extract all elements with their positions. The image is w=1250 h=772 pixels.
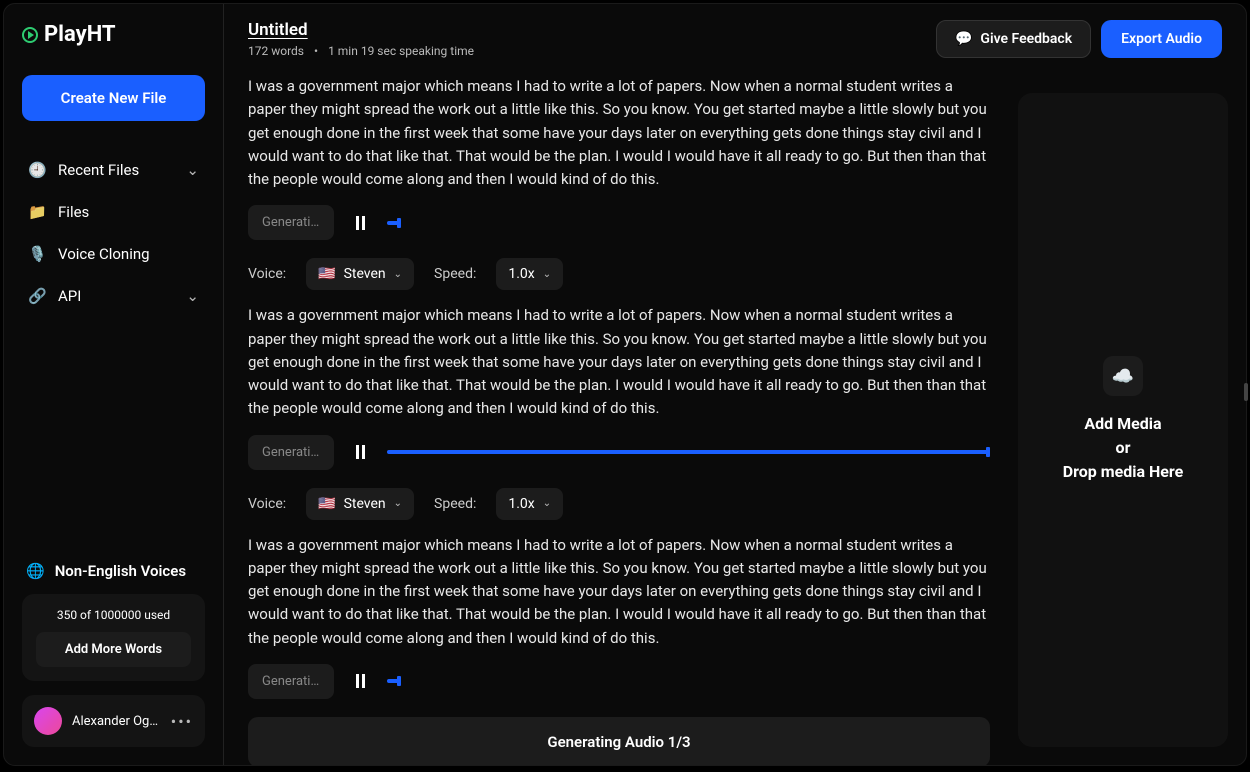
username: Alexander Ogu... <box>72 714 161 729</box>
document-title[interactable]: Untitled <box>248 20 474 40</box>
flag-icon: 🇺🇸 <box>318 496 335 512</box>
pause-icon[interactable] <box>356 674 365 688</box>
add-more-words-button[interactable]: Add More Words <box>36 632 191 667</box>
word-count: 172 words <box>248 44 304 58</box>
generating-banner: Generating Audio 1/3 <box>248 717 990 765</box>
speaking-time: 1 min 19 sec speaking time <box>328 44 474 58</box>
sidebar-item-files[interactable]: 📁 Files <box>22 191 205 233</box>
avatar <box>34 707 62 735</box>
chevron-down-icon: ⌄ <box>394 269 402 280</box>
scrollbar[interactable] <box>1244 383 1248 401</box>
media-line3: Drop media Here <box>1063 460 1184 484</box>
generating-button: Generating ... <box>248 435 334 470</box>
nav-icon: 🎙️ <box>28 245 46 263</box>
speed-label: Speed: <box>434 266 476 282</box>
more-icon[interactable]: ••• <box>171 712 193 731</box>
voice-select[interactable]: 🇺🇸 Steven ⌄ <box>306 488 414 520</box>
translate-icon: 🌐 <box>26 562 45 580</box>
upload-icon: ☁️ <box>1103 356 1143 396</box>
nav-icon: 🔗 <box>28 287 46 305</box>
speed-select[interactable]: 1.0x ⌄ <box>496 258 563 290</box>
voice-label: Voice: <box>248 266 286 282</box>
chevron-down-icon: ⌄ <box>186 287 199 305</box>
brand-name: PlayHT <box>44 22 116 47</box>
generating-button: Generating ... <box>248 664 334 699</box>
create-new-file-button[interactable]: Create New File <box>22 75 205 121</box>
waveform[interactable] <box>387 450 990 454</box>
pause-icon[interactable] <box>356 445 365 459</box>
media-line1: Add Media <box>1063 412 1184 436</box>
nav-icon: 🕘 <box>28 161 46 179</box>
nav-label: Voice Cloning <box>58 245 150 263</box>
text-block: Voice: 🇺🇸 Steven ⌄ Speed: 1.0x ⌄ I was a… <box>248 258 990 469</box>
logo: PlayHT <box>22 22 205 47</box>
give-feedback-button[interactable]: 💬 Give Feedback <box>936 20 1091 58</box>
document-meta: 172 words • 1 min 19 sec speaking time <box>248 44 474 58</box>
chevron-down-icon: ⌄ <box>543 498 551 509</box>
waveform[interactable] <box>387 679 401 683</box>
sidebar-item-api[interactable]: 🔗 API ⌄ <box>22 275 205 317</box>
play-icon <box>22 27 38 43</box>
voice-label: Voice: <box>248 496 286 512</box>
media-line2: or <box>1063 436 1184 460</box>
speed-select[interactable]: 1.0x ⌄ <box>496 488 563 520</box>
non-english-voices-link[interactable]: 🌐 Non-English Voices <box>22 562 205 580</box>
pause-icon[interactable] <box>356 216 365 230</box>
nav-label: API <box>58 287 81 305</box>
voice-name: Steven <box>344 496 386 512</box>
nav-label: Recent Files <box>58 161 139 179</box>
flag-icon: 🇺🇸 <box>318 266 335 282</box>
paragraph-text[interactable]: I was a government major which means I h… <box>248 75 990 191</box>
speed-value: 1.0x <box>508 496 534 512</box>
text-block: Voice: 🇺🇸 Steven ⌄ Speed: 1.0x ⌄ I was a… <box>248 488 990 699</box>
usage-card: 350 of 1000000 used Add More Words <box>22 594 205 681</box>
paragraph-text[interactable]: I was a government major which means I h… <box>248 304 990 420</box>
user-card[interactable]: Alexander Ogu... ••• <box>22 695 205 747</box>
chevron-down-icon: ⌄ <box>186 161 199 179</box>
chat-icon: 💬 <box>955 31 972 47</box>
chevron-down-icon: ⌄ <box>543 269 551 280</box>
generating-button: Generating ... <box>248 205 334 240</box>
waveform[interactable] <box>387 221 401 225</box>
speed-value: 1.0x <box>508 266 534 282</box>
media-drop-panel[interactable]: ☁️ Add Media or Drop media Here <box>1018 93 1228 747</box>
usage-text: 350 of 1000000 used <box>36 608 191 622</box>
voice-select[interactable]: 🇺🇸 Steven ⌄ <box>306 258 414 290</box>
text-block: I was a government major which means I h… <box>248 75 990 240</box>
paragraph-text[interactable]: I was a government major which means I h… <box>248 534 990 650</box>
sidebar-item-recent-files[interactable]: 🕘 Recent Files ⌄ <box>22 149 205 191</box>
nav-label: Files <box>58 203 89 221</box>
nav-icon: 📁 <box>28 203 46 221</box>
speed-label: Speed: <box>434 496 476 512</box>
chevron-down-icon: ⌄ <box>394 498 402 509</box>
sidebar-item-voice-cloning[interactable]: 🎙️ Voice Cloning <box>22 233 205 275</box>
export-audio-button[interactable]: Export Audio <box>1101 20 1222 58</box>
voice-name: Steven <box>344 266 386 282</box>
